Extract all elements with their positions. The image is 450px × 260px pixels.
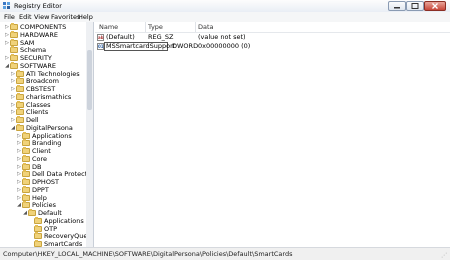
folder-icon [16, 108, 24, 116]
folder-icon [16, 100, 24, 108]
folder-icon [10, 38, 18, 46]
folder-icon [10, 61, 18, 69]
dword-value-icon: 01 [97, 43, 104, 50]
column-header-data[interactable]: Data [198, 23, 214, 31]
value-row[interactable]: ab (Default) REG_SZ (value not set) [95, 33, 450, 42]
list-header: Name Type Data [95, 22, 450, 33]
maximize-button[interactable] [406, 1, 424, 11]
menu-help[interactable]: Help [78, 13, 93, 21]
column-header-name[interactable]: Name [99, 23, 118, 31]
values-list-pane[interactable]: Name Type Data ab (Default) REG_SZ (valu… [95, 22, 450, 247]
column-divider[interactable] [145, 22, 146, 32]
menu-view[interactable]: View [34, 13, 49, 21]
value-data: (value not set) [198, 33, 246, 41]
status-bar: Computer\HKEY_LOCAL_MACHINE\SOFTWARE\Dig… [0, 247, 450, 260]
folder-icon [34, 224, 42, 232]
folder-icon [22, 170, 30, 178]
resize-grip-icon[interactable]: ⋰ [441, 252, 448, 259]
minimize-icon [394, 7, 400, 9]
close-icon [432, 3, 438, 9]
folder-icon [34, 232, 42, 240]
folder-icon [10, 46, 18, 54]
tree-item-label: SmartCards [44, 240, 83, 247]
title-bar: Registry Editor [0, 0, 450, 12]
folder-icon [22, 162, 30, 170]
column-divider[interactable] [195, 22, 196, 32]
tree-scrollbar[interactable] [86, 22, 93, 247]
folder-icon [16, 69, 24, 77]
key-path: Computer\HKEY_LOCAL_MACHINE\SOFTWARE\Dig… [3, 250, 293, 258]
value-type: REG_SZ [148, 33, 174, 41]
menu-favorites[interactable]: Favorites [51, 13, 80, 21]
folder-icon [22, 131, 30, 139]
folder-icon [22, 154, 30, 162]
value-name: (Default) [106, 33, 135, 41]
string-value-icon: ab [97, 34, 104, 41]
minimize-button[interactable] [388, 1, 406, 11]
folder-icon [22, 201, 30, 209]
value-row[interactable]: 01 MSSmartcardSupport DWORD 0x00000000 (… [95, 42, 450, 51]
folder-icon [28, 209, 36, 216]
folder-icon [10, 54, 18, 61]
value-data: 0x00000000 (0) [198, 42, 251, 50]
close-button[interactable] [424, 1, 446, 11]
column-header-type[interactable]: Type [148, 23, 163, 31]
folder-icon [22, 185, 30, 193]
folder-icon [16, 85, 24, 92]
window-title: Registry Editor [14, 2, 62, 10]
folder-icon [16, 92, 24, 100]
folder-icon [22, 193, 30, 201]
registry-editor-icon [3, 2, 10, 9]
folder-icon [22, 178, 30, 185]
folder-icon [16, 77, 24, 85]
value-type: DWORD [172, 42, 199, 50]
tree-scrollbar-thumb[interactable] [87, 50, 92, 110]
folder-icon [16, 116, 24, 123]
folder-icon [22, 147, 30, 154]
menu-bar: File Edit View Favorites Help [0, 12, 450, 22]
folder-icon [34, 216, 42, 224]
folder-icon [16, 123, 24, 131]
maximize-icon [411, 3, 419, 9]
menu-edit[interactable]: Edit [19, 13, 32, 21]
key-tree-pane[interactable]: ▷ COMPONENTS ▷ HARDWARE ▷ SAM Schema ▷ SECURITY ◢… [0, 22, 94, 247]
menu-file[interactable]: File [4, 13, 15, 21]
folder-icon [10, 23, 18, 30]
tree-item[interactable]: SmartCards [28, 240, 82, 247]
folder-icon [22, 139, 30, 147]
rename-value-field[interactable]: MSSmartcardSupport [104, 42, 175, 51]
folder-icon [10, 30, 18, 38]
